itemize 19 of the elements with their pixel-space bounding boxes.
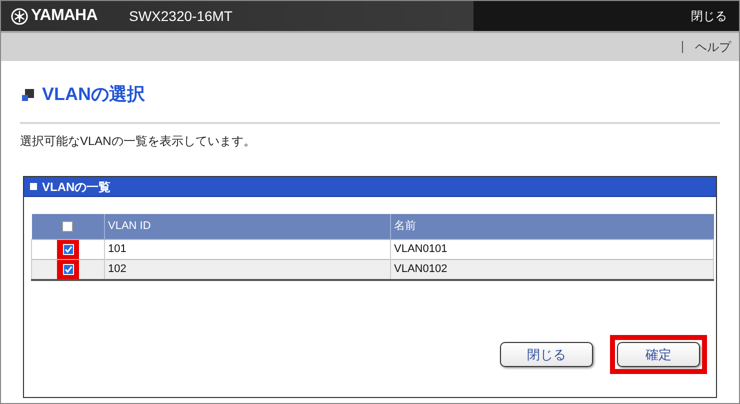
dialog-button[interactable]: 確定 bbox=[617, 342, 700, 367]
model-name: SWX2320-16MT bbox=[129, 6, 232, 26]
dialog-button[interactable]: 閉じる bbox=[500, 342, 593, 367]
panel-title: VLANの一覧 bbox=[42, 178, 111, 196]
close-link[interactable]: 閉じる bbox=[691, 7, 727, 25]
page-title: VLANの選択 bbox=[42, 83, 145, 106]
column-header: VLAN ID bbox=[104, 214, 390, 239]
square-icon bbox=[30, 183, 37, 190]
column-header: 名前 bbox=[390, 214, 714, 239]
brand-logo: YAMAHA bbox=[31, 6, 98, 26]
checkbox[interactable] bbox=[62, 220, 74, 232]
table-cell: 102 bbox=[104, 259, 390, 280]
tuning-fork-logo-icon bbox=[11, 8, 28, 24]
table-cell: 101 bbox=[104, 239, 390, 259]
page-title-icon bbox=[22, 88, 34, 100]
table-cell: VLAN0102 bbox=[390, 259, 714, 280]
help-link[interactable]: ヘルプ bbox=[695, 38, 731, 56]
table-cell: VLAN0101 bbox=[390, 239, 714, 259]
page-description: 選択可能なVLANの一覧を表示しています。 bbox=[20, 133, 256, 150]
